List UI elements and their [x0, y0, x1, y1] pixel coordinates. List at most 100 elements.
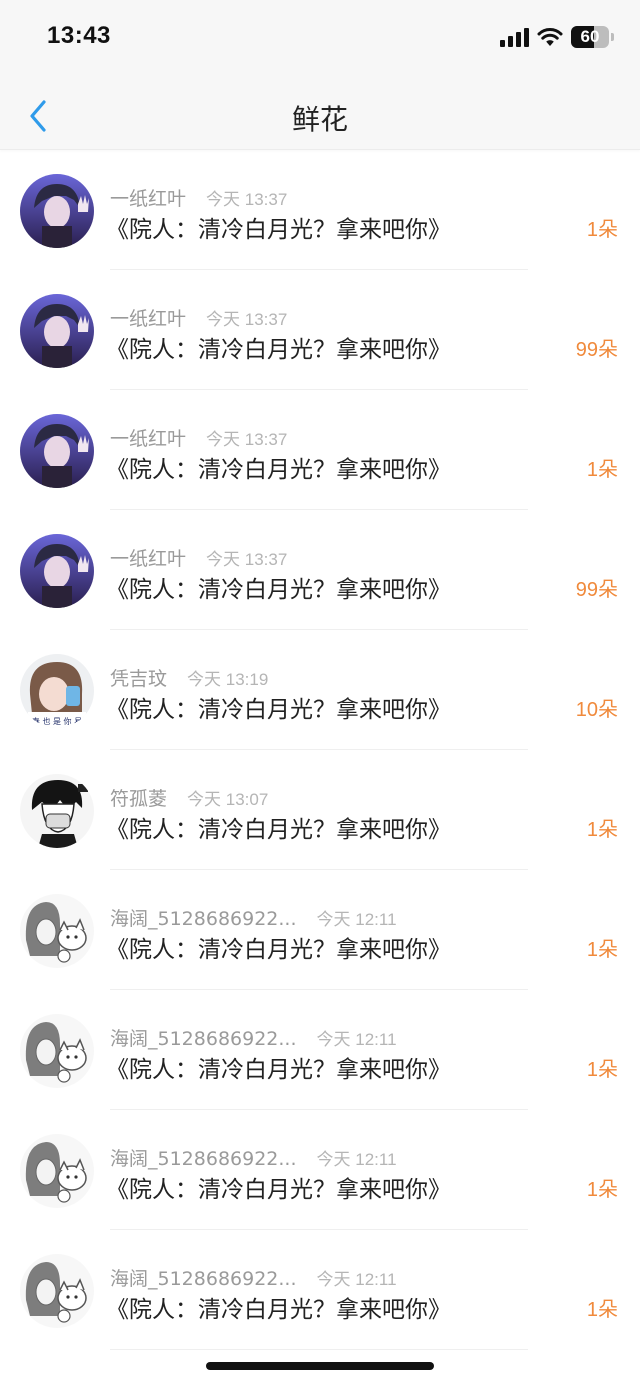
cellular-signal-icon	[500, 27, 529, 47]
battery-percent: 60	[580, 27, 600, 46]
username[interactable]: 海阔_5128686922...	[110, 1264, 297, 1291]
username[interactable]: 凭吉玟	[110, 664, 167, 691]
timestamp: 今天 12:11	[316, 910, 397, 929]
flower-unit: 朵	[598, 1297, 618, 1321]
username[interactable]: 海阔_5128686922...	[110, 1144, 297, 1171]
timestamp: 今天 12:11	[316, 1150, 397, 1169]
wifi-icon	[537, 28, 563, 46]
username[interactable]: 一纸红叶	[110, 184, 186, 211]
avatar-girl-photo[interactable]: 春 也 是 你 易	[20, 654, 94, 728]
flower-count: 1朵	[587, 1173, 618, 1202]
flower-amount: 1	[586, 939, 598, 961]
book-title: 《院人：清冷白月光？拿来吧你》	[106, 1177, 451, 1203]
item-meta: 一纸红叶 今天 13:37	[110, 544, 287, 571]
username[interactable]: 符孤菱	[110, 784, 167, 811]
item-meta: 海阔_5128686922... 今天 12:11	[110, 1264, 397, 1291]
flower-list-item[interactable]: 海阔_5128686922... 今天 12:11 《院人：清冷白月光？拿来吧你》 1…	[0, 1230, 640, 1350]
timestamp: 今天 12:11	[316, 1270, 397, 1289]
book-title: 《院人：清冷白月光？拿来吧你》	[106, 577, 451, 603]
flower-list-item[interactable]: 春 也 是 你 易 凭吉玟 今天 13:19 《院人：清冷白月光？拿来吧你》 10朵	[0, 630, 640, 750]
book-title: 《院人：清冷白月光？拿来吧你》	[106, 457, 451, 483]
flower-amount: 1	[586, 1299, 598, 1321]
item-meta: 一纸红叶 今天 13:37	[110, 424, 287, 451]
book-title: 《院人：清冷白月光？拿来吧你》	[106, 337, 451, 363]
avatar-sketch-girl-cat[interactable]	[20, 894, 94, 968]
item-meta: 一纸红叶 今天 13:37	[110, 304, 287, 331]
home-indicator	[206, 1362, 434, 1370]
flower-unit: 朵	[598, 337, 618, 361]
svg-text:春 也 是 你 易: 春 也 是 你 易	[32, 716, 82, 726]
username[interactable]: 海阔_5128686922...	[110, 904, 297, 931]
flower-list: 一纸红叶 今天 13:37 《院人：清冷白月光？拿来吧你》 1朵 一纸红叶 今天 13:3…	[0, 150, 640, 1350]
avatar-sketch-girl-cat[interactable]	[20, 1014, 94, 1088]
timestamp: 今天 13:37	[206, 430, 288, 449]
flower-count: 1朵	[587, 933, 618, 962]
book-title: 《院人：清冷白月光？拿来吧你》	[106, 1057, 451, 1083]
flower-unit: 朵	[598, 697, 618, 721]
flower-amount: 10	[575, 699, 598, 721]
flower-list-item[interactable]: 一纸红叶 今天 13:37 《院人：清冷白月光？拿来吧你》 1朵	[0, 150, 640, 270]
timestamp: 今天 13:37	[206, 550, 288, 569]
flower-amount: 1	[586, 219, 598, 241]
avatar-manga-boy[interactable]	[20, 774, 94, 848]
flower-amount: 99	[575, 339, 598, 361]
item-meta: 凭吉玟 今天 13:19	[110, 664, 268, 691]
timestamp: 今天 13:07	[187, 790, 269, 809]
flower-unit: 朵	[598, 1177, 618, 1201]
avatar-purple-portrait[interactable]	[20, 294, 94, 368]
flower-count: 1朵	[587, 213, 618, 242]
flower-list-item[interactable]: 一纸红叶 今天 13:37 《院人：清冷白月光？拿来吧你》 1朵	[0, 390, 640, 510]
flower-unit: 朵	[598, 937, 618, 961]
status-icons: 60	[500, 24, 614, 50]
book-title: 《院人：清冷白月光？拿来吧你》	[106, 937, 451, 963]
flower-amount: 1	[586, 1059, 598, 1081]
flower-list-item[interactable]: 一纸红叶 今天 13:37 《院人：清冷白月光？拿来吧你》 99朵	[0, 270, 640, 390]
avatar-purple-portrait[interactable]	[20, 534, 94, 608]
book-title: 《院人：清冷白月光？拿来吧你》	[106, 1297, 451, 1323]
item-meta: 一纸红叶 今天 13:37	[110, 184, 287, 211]
flower-list-item[interactable]: 符孤菱 今天 13:07 《院人：清冷白月光？拿来吧你》 1朵	[0, 750, 640, 870]
avatar-sketch-girl-cat[interactable]	[20, 1134, 94, 1208]
username[interactable]: 一纸红叶	[110, 424, 186, 451]
item-meta: 符孤菱 今天 13:07	[110, 784, 268, 811]
battery-icon: 60	[571, 26, 609, 48]
book-title: 《院人：清冷白月光？拿来吧你》	[106, 697, 451, 723]
flower-count: 1朵	[587, 813, 618, 842]
flower-count: 1朵	[587, 1053, 618, 1082]
username[interactable]: 海阔_5128686922...	[110, 1024, 297, 1051]
timestamp: 今天 13:19	[187, 670, 269, 689]
flower-list-item[interactable]: 海阔_5128686922... 今天 12:11 《院人：清冷白月光？拿来吧你》 1…	[0, 990, 640, 1110]
item-meta: 海阔_5128686922... 今天 12:11	[110, 904, 397, 931]
avatar-sketch-girl-cat[interactable]	[20, 1254, 94, 1328]
flower-unit: 朵	[598, 1057, 618, 1081]
username[interactable]: 一纸红叶	[110, 304, 186, 331]
flower-list-item[interactable]: 海阔_5128686922... 今天 12:11 《院人：清冷白月光？拿来吧你》 1…	[0, 870, 640, 990]
flower-count: 99朵	[576, 573, 618, 602]
flower-count: 99朵	[576, 333, 618, 362]
flower-amount: 1	[586, 819, 598, 841]
battery-cap	[611, 33, 614, 41]
avatar-purple-portrait[interactable]	[20, 414, 94, 488]
avatar-purple-portrait[interactable]	[20, 174, 94, 248]
book-title: 《院人：清冷白月光？拿来吧你》	[106, 217, 451, 243]
flower-amount: 1	[586, 459, 598, 481]
flower-amount: 1	[586, 1179, 598, 1201]
item-meta: 海阔_5128686922... 今天 12:11	[110, 1024, 397, 1051]
timestamp: 今天 12:11	[316, 1030, 397, 1049]
flower-count: 1朵	[587, 1293, 618, 1322]
divider	[110, 1349, 528, 1350]
flower-list-item[interactable]: 海阔_5128686922... 今天 12:11 《院人：清冷白月光？拿来吧你》 1…	[0, 1110, 640, 1230]
nav-header: 13:43 60 鲜花	[0, 0, 640, 150]
flower-amount: 99	[575, 579, 598, 601]
flower-unit: 朵	[598, 817, 618, 841]
flower-count: 1朵	[587, 453, 618, 482]
page-title: 鲜花	[291, 103, 348, 136]
book-title: 《院人：清冷白月光？拿来吧你》	[106, 817, 451, 843]
flower-unit: 朵	[598, 457, 618, 481]
username[interactable]: 一纸红叶	[110, 544, 186, 571]
timestamp: 今天 13:37	[206, 310, 288, 329]
status-time: 13:43	[47, 22, 111, 49]
flower-count: 10朵	[576, 693, 618, 722]
item-meta: 海阔_5128686922... 今天 12:11	[110, 1144, 397, 1171]
flower-list-item[interactable]: 一纸红叶 今天 13:37 《院人：清冷白月光？拿来吧你》 99朵	[0, 510, 640, 630]
